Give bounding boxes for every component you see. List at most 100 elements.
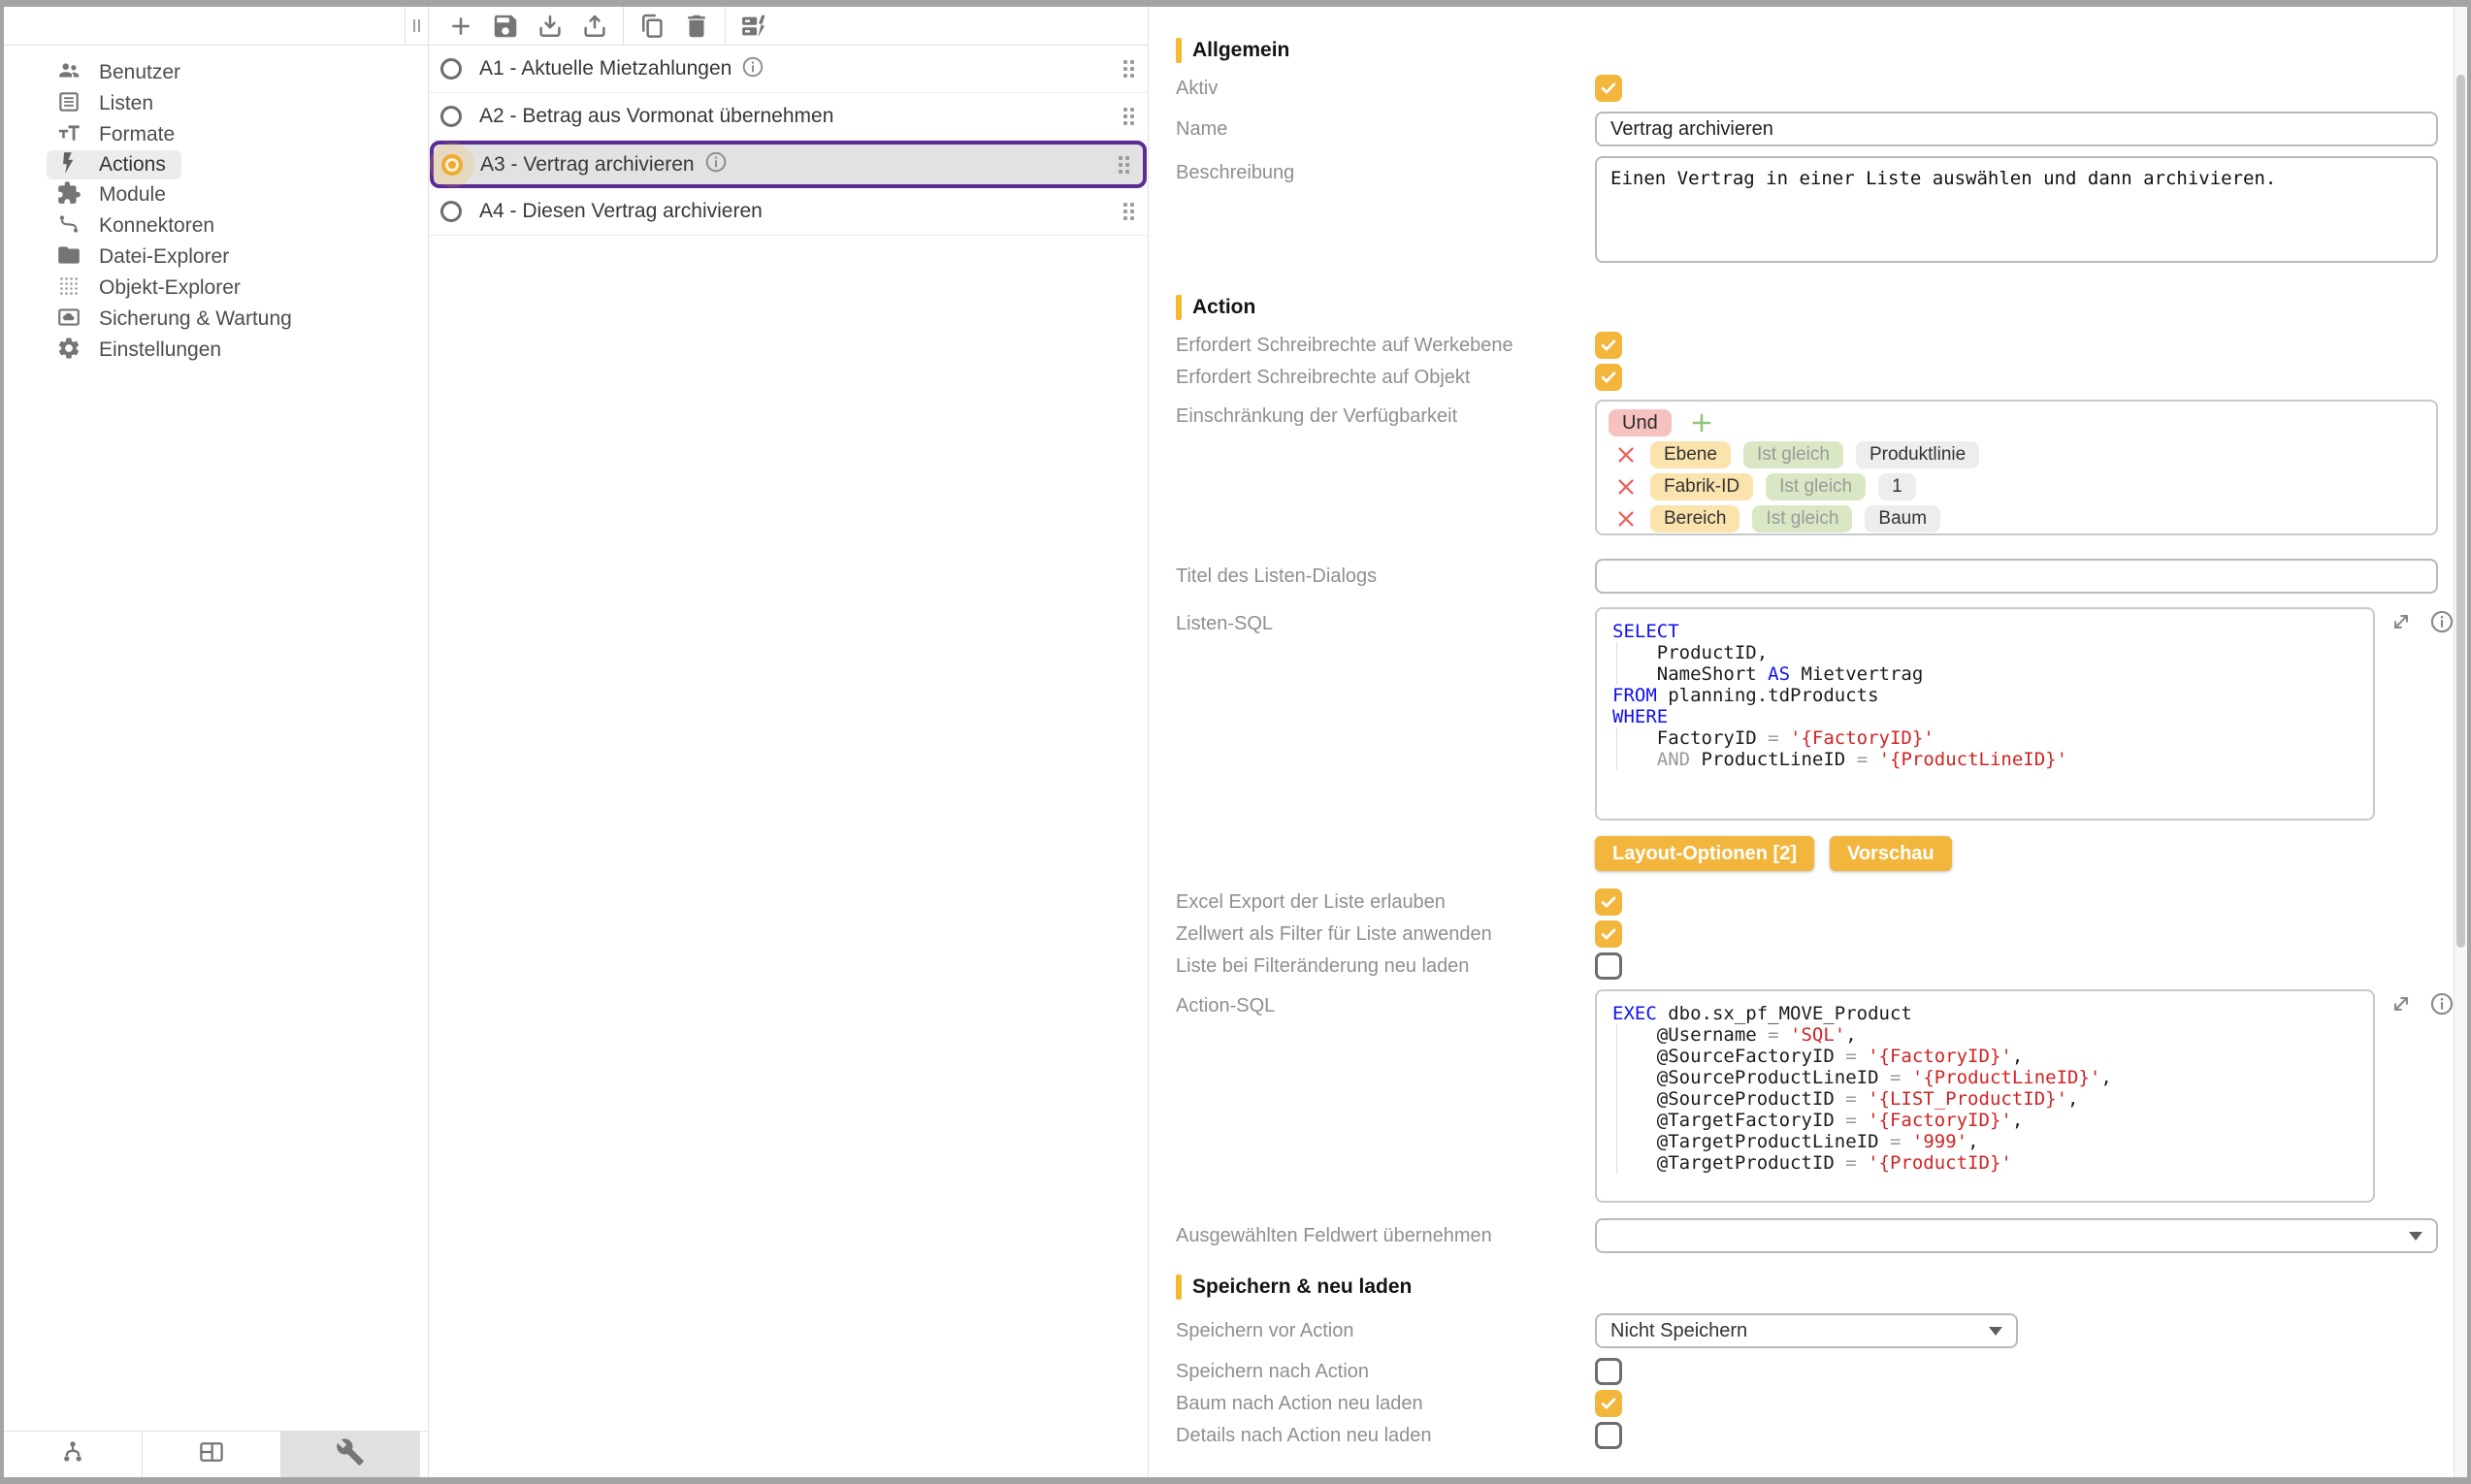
list-item[interactable]: A4 - Diesen Vertrag archivieren <box>429 188 1148 236</box>
speichern-vor-select[interactable]: Nicht Speichern <box>1595 1313 2018 1348</box>
add-icon[interactable] <box>446 12 475 41</box>
sidebar-item-objekt-explorer[interactable]: Objekt-Explorer <box>4 273 428 304</box>
add-condition-icon[interactable] <box>1688 409 1715 436</box>
folder-icon <box>56 242 81 273</box>
remove-condition-icon[interactable] <box>1614 475 1638 499</box>
tab-tree-view[interactable] <box>4 1432 143 1477</box>
drag-handle-icon[interactable] <box>1123 108 1134 125</box>
expand-icon[interactable] <box>2389 991 2414 1021</box>
info-icon[interactable] <box>2429 609 2454 639</box>
sidebar-item-formate[interactable]: Formate <box>4 119 428 150</box>
field-label: Name <box>1176 118 1595 141</box>
sidebar-item-listen[interactable]: Listen <box>4 88 428 119</box>
drag-handle-icon[interactable] <box>1119 156 1129 174</box>
info-icon[interactable] <box>2429 991 2454 1021</box>
scrollbar-thumb[interactable] <box>2456 75 2465 948</box>
remove-condition-icon[interactable] <box>1614 443 1638 467</box>
condition-field-chip[interactable]: Fabrik-ID <box>1650 473 1753 500</box>
checkbox-excel-export[interactable] <box>1595 888 1622 916</box>
radio-unselected[interactable] <box>440 58 462 80</box>
feldwert-select[interactable] <box>1595 1218 2438 1253</box>
form-row-listen-sql: Listen-SQL SELECT ProductID, NameShort A… <box>1176 607 2454 821</box>
connector-chip[interactable]: Und <box>1609 409 1672 436</box>
vertical-scrollbar[interactable] <box>2454 7 2467 1477</box>
field-label: Baum nach Action neu laden <box>1176 1393 1595 1415</box>
beschreibung-textarea[interactable]: Einen Vertrag in einer Liste auswählen u… <box>1595 156 2438 263</box>
checkbox-baum-neu-laden[interactable] <box>1595 1390 1622 1417</box>
run-action-icon[interactable] <box>739 12 768 41</box>
condition-operator-chip[interactable]: Ist gleich <box>1766 473 1866 500</box>
tab-settings-view[interactable] <box>281 1432 420 1477</box>
vorschau-button[interactable]: Vorschau <box>1830 836 1952 871</box>
field-label: Erfordert Schreibrechte auf Objekt <box>1176 367 1595 389</box>
form-row-schreibrechte-werkebene: Erfordert Schreibrechte auf Werkebene <box>1176 332 2454 359</box>
checkbox-schreibrechte-objekt[interactable] <box>1595 364 1622 391</box>
toolbar-separator <box>725 7 726 45</box>
sidebar-item-label: Actions <box>99 153 166 177</box>
sidebar-item-label: Einstellungen <box>99 339 221 362</box>
sidebar-item-module[interactable]: Module <box>4 179 428 210</box>
remove-condition-icon[interactable] <box>1614 507 1638 531</box>
sidebar-item-label: Sicherung & Wartung <box>99 307 292 331</box>
condition-operator-chip[interactable]: Ist gleich <box>1743 441 1843 468</box>
checkbox-zellwert-filter[interactable] <box>1595 920 1622 948</box>
sidebar-item-actions[interactable]: Actions <box>47 150 181 179</box>
sidebar-item-label: Module <box>99 183 166 207</box>
name-input[interactable] <box>1595 112 2438 146</box>
condition-field-chip[interactable]: Ebene <box>1650 441 1731 468</box>
puzzle-icon <box>56 180 81 210</box>
grid-dots-icon <box>56 274 81 304</box>
checkbox-details-neu-laden[interactable] <box>1595 1422 1622 1449</box>
checkbox-schreibrechte-werkebene[interactable] <box>1595 332 1622 359</box>
sidebar-item-datei-explorer[interactable]: Datei-Explorer <box>4 242 428 273</box>
availability-condition-box: Und Ebene Ist gleich Produktlinie Fabrik… <box>1595 400 2438 535</box>
sidebar-item-benutzer[interactable]: Benutzer <box>4 57 428 88</box>
field-label: Zellwert als Filter für Liste anwenden <box>1176 923 1595 946</box>
action-sql-editor[interactable]: EXEC dbo.sx_pf_MOVE_Product @Username = … <box>1595 989 2375 1203</box>
download-icon[interactable] <box>536 12 565 41</box>
duplicate-icon[interactable] <box>637 12 667 41</box>
form-row-feldwert-uebernehmen: Ausgewählten Feldwert übernehmen <box>1176 1218 2454 1253</box>
save-icon[interactable] <box>491 12 520 41</box>
field-label: Beschreibung <box>1176 156 1595 184</box>
info-icon[interactable] <box>704 150 728 178</box>
checkbox-speichern-nach[interactable] <box>1595 1358 1622 1385</box>
drag-handle-icon[interactable] <box>1123 60 1134 78</box>
checkbox-liste-neu-laden[interactable] <box>1595 952 1622 980</box>
radio-unselected[interactable] <box>440 106 462 127</box>
condition-value-chip[interactable]: 1 <box>1878 473 1916 500</box>
sidebar-item-konnektoren[interactable]: Konnektoren <box>4 210 428 242</box>
list-toolbar <box>429 7 1148 46</box>
drag-handle-icon[interactable] <box>1123 203 1134 220</box>
condition-operator-chip[interactable]: Ist gleich <box>1752 505 1852 532</box>
checkbox-aktiv[interactable] <box>1595 75 1622 102</box>
list-item[interactable]: A2 - Betrag aus Vormonat übernehmen <box>429 93 1148 141</box>
sidebar-item-einstellungen[interactable]: Einstellungen <box>4 335 428 366</box>
panel-resize-handle-icon[interactable] <box>405 7 428 45</box>
sidebar-item-sicherung-wartung[interactable]: Sicherung & Wartung <box>4 304 428 335</box>
listen-sql-editor[interactable]: SELECT ProductID, NameShort AS Mietvertr… <box>1595 607 2375 821</box>
upload-icon[interactable] <box>580 12 609 41</box>
condition-row: Ebene Ist gleich Produktlinie <box>1609 441 2424 468</box>
radio-selected[interactable] <box>441 154 463 176</box>
tab-layout-view[interactable] <box>143 1432 281 1477</box>
field-label: Erfordert Schreibrechte auf Werkebene <box>1176 335 1595 357</box>
list-item[interactable]: A1 - Aktuelle Mietzahlungen <box>429 46 1148 93</box>
condition-field-chip[interactable]: Bereich <box>1650 505 1739 532</box>
info-icon[interactable] <box>741 55 764 83</box>
layout-optionen-button[interactable]: Layout-Optionen [2] <box>1595 836 1814 871</box>
section-header-action: Action <box>1176 295 2454 320</box>
list-item-selected[interactable]: A3 - Vertrag archivieren <box>430 141 1147 188</box>
section-title: Action <box>1192 296 1255 319</box>
condition-value-chip[interactable]: Baum <box>1865 505 1940 532</box>
tree-icon <box>58 1437 87 1471</box>
sidebar: Benutzer Listen Formate Actions Module K <box>4 7 429 1477</box>
condition-value-chip[interactable]: Produktlinie <box>1856 441 1979 468</box>
sidebar-item-label: Formate <box>99 123 175 146</box>
section-title: Speichern & neu laden <box>1192 1275 1412 1299</box>
radio-unselected[interactable] <box>440 201 462 222</box>
delete-icon[interactable] <box>682 12 711 41</box>
listen-dialog-title-input[interactable] <box>1595 559 2438 594</box>
expand-icon[interactable] <box>2389 609 2414 639</box>
list-item-label: A3 - Vertrag archivieren <box>480 153 695 177</box>
